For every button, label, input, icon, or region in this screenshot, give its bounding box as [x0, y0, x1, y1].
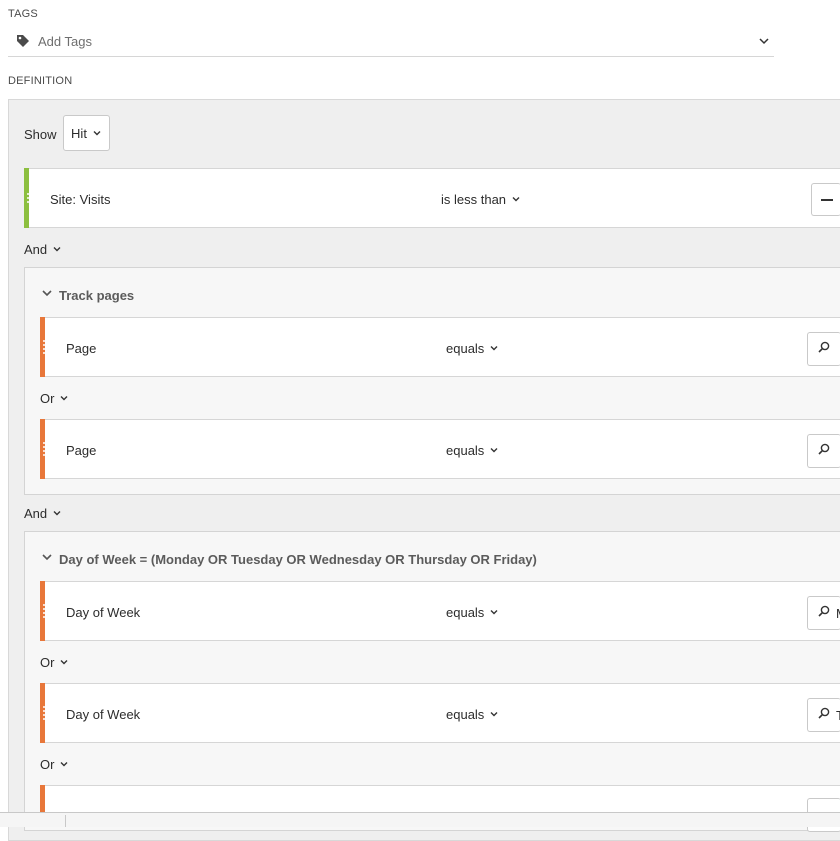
rule-row-day-of-week[interactable]: Day of Week equals M [40, 581, 840, 641]
or-label: Or [40, 391, 55, 406]
drag-handle-icon[interactable] [25, 193, 30, 203]
rule-dimension: Page [66, 341, 97, 356]
rule-dimension: Site: Visits [50, 192, 111, 207]
value-text: M [836, 606, 840, 621]
rule-dimension: Day of Week [66, 707, 141, 722]
rule-dimension: Page [66, 443, 97, 458]
or-operator-dropdown[interactable]: Or [40, 655, 69, 670]
chevron-down-icon [52, 242, 62, 257]
or-label: Or [40, 655, 55, 670]
tags-divider [8, 56, 774, 57]
value-search-field[interactable]: M [807, 596, 840, 630]
container-title: Day of Week = (Monday OR Tuesday OR Wedn… [59, 551, 537, 567]
collapse-chevron-icon[interactable] [41, 286, 53, 304]
container-title: Track pages [59, 287, 135, 303]
or-operator-dropdown[interactable]: Or [40, 757, 69, 772]
chevron-down-icon [59, 655, 69, 670]
bottom-toolbar [0, 812, 840, 827]
collapse-chevron-icon[interactable] [41, 550, 53, 568]
tags-placeholder: Add Tags [38, 33, 92, 49]
operator-dropdown[interactable]: equals [446, 341, 499, 356]
value-search-field[interactable] [807, 434, 840, 468]
search-icon [818, 340, 830, 358]
container-header[interactable]: Day of Week = (Monday OR Tuesday OR Wedn… [41, 550, 537, 568]
value-stepper[interactable] [811, 183, 840, 216]
and-operator-dropdown[interactable]: And [24, 242, 62, 257]
chevron-down-icon [489, 443, 499, 458]
definition-section-label: DEFINITION [8, 75, 73, 87]
operator-dropdown[interactable]: equals [446, 707, 499, 722]
rule-dimension: Day of Week [66, 605, 141, 620]
rule-row-page[interactable]: Page equals [40, 317, 840, 377]
and-label: And [24, 242, 48, 257]
operator-dropdown[interactable]: is less than [441, 192, 521, 207]
drag-handle-icon[interactable] [41, 706, 46, 720]
value-search-field[interactable]: T [807, 698, 840, 732]
show-scope-value: Hit [71, 125, 87, 141]
or-label: Or [40, 757, 55, 772]
and-label: And [24, 506, 48, 521]
toolbar-divider [65, 815, 66, 827]
chevron-down-icon [489, 605, 499, 620]
drag-handle-icon[interactable] [41, 442, 46, 456]
tag-icon [16, 33, 32, 49]
operator-label: equals [446, 443, 485, 458]
show-label: Show [24, 127, 57, 142]
search-icon [818, 442, 830, 460]
chevron-down-icon [489, 707, 499, 722]
chevron-down-icon [511, 192, 521, 207]
operator-dropdown[interactable]: equals [446, 605, 499, 620]
chevron-down-icon [52, 506, 62, 521]
tags-field[interactable]: Add Tags [16, 31, 769, 51]
drag-handle-icon[interactable] [41, 604, 46, 618]
operator-label: equals [446, 341, 485, 356]
operator-label: equals [446, 707, 485, 722]
rule-row-site-visits[interactable]: Site: Visits is less than [24, 168, 840, 228]
tags-chevron-down-icon[interactable] [758, 34, 770, 52]
value-search-field[interactable] [807, 332, 840, 366]
tags-section-label: TAGS [8, 8, 38, 20]
or-operator-dropdown[interactable]: Or [40, 391, 69, 406]
operator-label: equals [446, 605, 485, 620]
show-scope-dropdown[interactable]: Hit [63, 115, 110, 151]
search-icon [818, 604, 830, 622]
operator-label: is less than [441, 192, 507, 207]
value-text: T [836, 707, 840, 723]
rule-row-day-of-week[interactable]: Day of Week equals T [40, 683, 840, 743]
minus-icon[interactable] [820, 198, 833, 201]
and-operator-dropdown[interactable]: And [24, 506, 62, 521]
chevron-down-icon [92, 126, 102, 141]
rule-row-page[interactable]: Page equals [40, 419, 840, 479]
chevron-down-icon [59, 757, 69, 772]
chevron-down-icon [59, 391, 69, 406]
chevron-down-icon [489, 341, 499, 356]
drag-handle-icon[interactable] [41, 340, 46, 354]
container-header[interactable]: Track pages [41, 286, 134, 304]
operator-dropdown[interactable]: equals [446, 443, 499, 458]
search-icon [818, 706, 830, 724]
